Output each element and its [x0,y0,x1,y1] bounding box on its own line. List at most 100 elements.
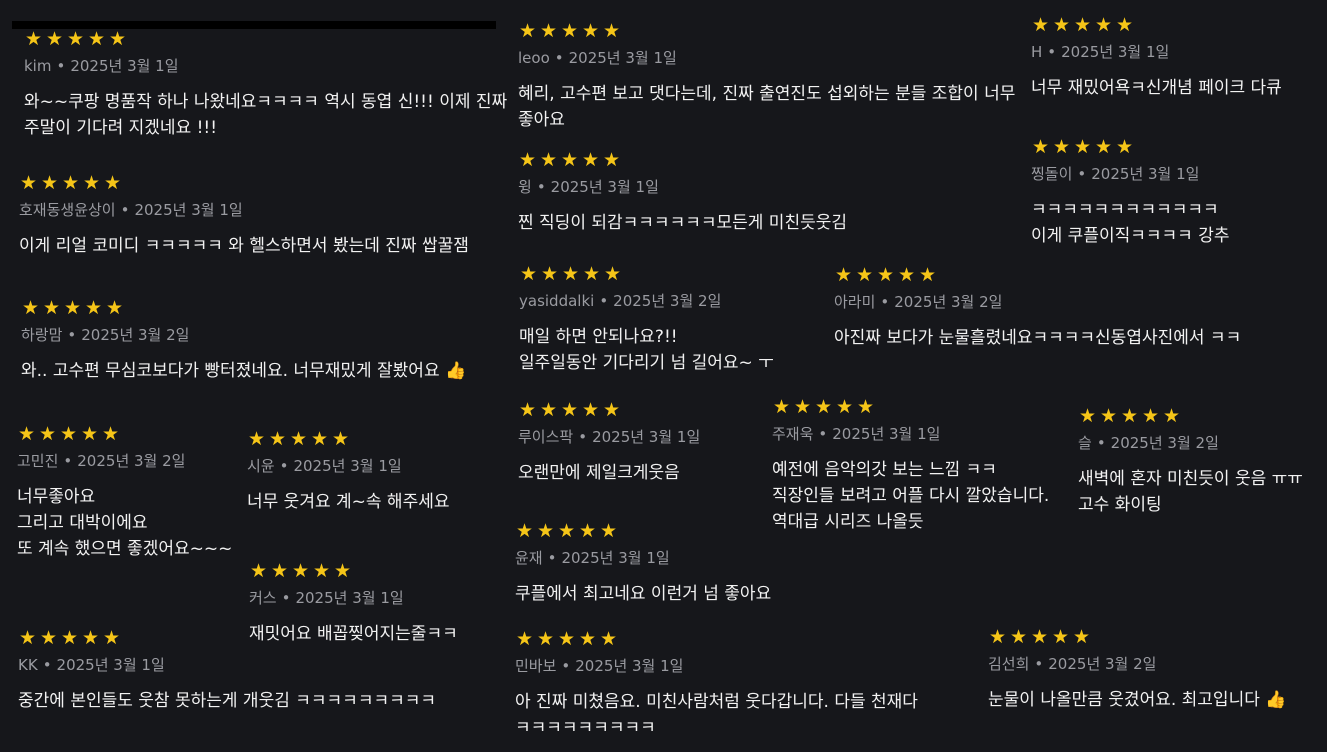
star-icon: ★ [1094,136,1113,158]
review-text: 아 진짜 미쳤음요. 미친사람처럼 웃다갑니다. 다들 천재다 ㅋㅋㅋㅋㅋㅋㅋㅋ… [515,692,918,738]
review-card: ★ ★ ★ ★ ★ 고민진 • 2025년 3월 2일 너무좋아요 그리고 대박이에요 또 … [17,425,232,562]
review-date: 2025년 3월 2일 [81,326,190,344]
star-rating: ★ ★ ★ ★ ★ [515,522,771,541]
star-icon: ★ [1094,14,1113,36]
star-rating: ★ ★ ★ ★ ★ [24,30,507,49]
separator-dot: • [1034,655,1044,673]
review-author: H [1031,43,1043,61]
star-icon: ★ [19,172,38,194]
review-author: 루이스팍 [518,428,574,446]
star-icon: ★ [1031,14,1050,36]
separator-dot: • [1047,43,1057,61]
star-icon: ★ [772,396,791,418]
star-icon: ★ [539,399,558,421]
star-icon: ★ [80,423,99,445]
review-author: yasiddalki [519,292,595,310]
review-card: ★ ★ ★ ★ ★ 호재동생윤상이 • 2025년 3월 1일 이게 리얼 코미디 ㅋㅋㅋㅋ… [19,174,469,259]
star-icon: ★ [1073,14,1092,36]
review-author: 주재욱 [772,425,814,443]
star-icon: ★ [835,396,854,418]
review-card: ★ ★ ★ ★ ★ kim • 2025년 3월 1일 와~~쿠팡 명품작 하나 나왔네요ㅋ… [24,30,507,141]
review-text: 중간에 본인들도 웃참 못하는게 개웃김 ㅋㅋㅋㅋㅋㅋㅋㅋㅋ [18,691,437,711]
separator-dot: • [120,201,130,219]
review-author: 윤재 [515,549,543,567]
review-author: 김선희 [988,655,1030,673]
star-icon: ★ [60,627,79,649]
review-author: 아라미 [834,293,876,311]
star-icon: ★ [602,20,621,42]
separator-dot: • [880,293,890,311]
review-date: 2025년 3월 1일 [1091,165,1200,183]
star-icon: ★ [876,264,895,286]
review-author: 고민진 [17,452,59,470]
star-icon: ★ [599,520,618,542]
star-rating: ★ ★ ★ ★ ★ [518,151,847,170]
star-icon: ★ [603,263,622,285]
review-author: 호재동생윤상이 [19,201,116,219]
star-icon: ★ [519,263,538,285]
star-icon: ★ [249,560,268,582]
review-text: 쿠플에서 최고네요 이런거 넘 좋아요 [515,584,772,604]
review-author: leoo [518,49,550,67]
separator-dot: • [1096,434,1106,452]
star-icon: ★ [897,264,916,286]
review-card: ★ ★ ★ ★ ★ 루이스팍 • 2025년 3월 1일 오랜만에 제일크게웃음 [518,401,700,486]
star-icon: ★ [105,297,124,319]
star-icon: ★ [560,149,579,171]
review-text: 이게 리얼 코미디 ㅋㅋㅋㅋㅋ 와 헬스하면서 봤는데 진짜 쌉꿀잼 [19,236,469,256]
star-icon: ★ [855,264,874,286]
review-card: ★ ★ ★ ★ ★ 하랑맘 • 2025년 3월 2일 와.. 고수편 무심코보다가 빵터졌… [21,299,466,384]
review-author: 슬 [1078,434,1092,452]
star-icon: ★ [539,20,558,42]
review-card: ★ ★ ★ ★ ★ 시윤 • 2025년 3월 1일 너무 웃겨요 계~속 해주세요 [247,430,450,515]
star-icon: ★ [247,428,266,450]
review-date: 2025년 3월 1일 [592,428,701,446]
star-icon: ★ [560,20,579,42]
star-icon: ★ [17,423,36,445]
separator-dot: • [536,178,546,196]
star-icon: ★ [814,396,833,418]
review-text: 혜리, 고수편 보고 댓다는데, 진짜 출연진도 섭외하는 분들 조합이 너무 … [518,84,1016,130]
star-icon: ★ [270,560,289,582]
review-text: 아진짜 보다가 눈물흘렸네요ㅋㅋㅋㅋ신동엽사진에서 ㅋㅋ [834,328,1242,348]
star-icon: ★ [40,172,59,194]
review-card: ★ ★ ★ ★ ★ yasiddalki • 2025년 3월 2일 매일 하면 안되나요?… [519,265,774,376]
star-icon: ★ [103,172,122,194]
review-date: 2025년 3월 1일 [832,425,941,443]
star-icon: ★ [101,423,120,445]
review-card: ★ ★ ★ ★ ★ 찡돌이 • 2025년 3월 1일 ㅋㅋㅋㅋㅋㅋㅋㅋㅋㅋㅋㅋ 이게 쿠플… [1031,138,1230,249]
separator-dot: • [554,49,564,67]
star-rating: ★ ★ ★ ★ ★ [247,430,450,449]
review-text: 너무 재밌어욕ㅋ신개념 페이크 다큐 [1031,78,1282,98]
star-icon: ★ [918,264,937,286]
separator-dot: • [561,657,571,675]
star-icon: ★ [557,628,576,650]
review-card: ★ ★ ★ ★ ★ KK • 2025년 3월 1일 중간에 본인들도 웃참 못하는게 개웃… [18,629,436,714]
separator-dot: • [67,326,77,344]
star-icon: ★ [24,28,43,50]
star-icon: ★ [42,297,61,319]
star-icon: ★ [599,628,618,650]
star-icon: ★ [66,28,85,50]
review-card: ★ ★ ★ ★ ★ 김선희 • 2025년 3월 2일 눈물이 나올만큼 웃겼어요. 최고입… [988,628,1286,713]
star-icon: ★ [39,627,58,649]
separator-dot: • [63,452,73,470]
star-rating: ★ ★ ★ ★ ★ [1078,407,1303,426]
star-icon: ★ [582,263,601,285]
star-icon: ★ [82,172,101,194]
star-icon: ★ [310,428,329,450]
star-rating: ★ ★ ★ ★ ★ [515,630,918,649]
review-text: 너무 웃겨요 계~속 해주세요 [247,492,450,512]
star-icon: ★ [333,560,352,582]
review-card: ★ ★ ★ ★ ★ 아라미 • 2025년 3월 2일 아진짜 보다가 눈물흘렸네요ㅋㅋㅋㅋ… [834,266,1241,351]
review-author: 민바보 [515,657,557,675]
review-date: 2025년 3월 2일 [77,452,186,470]
star-rating: ★ ★ ★ ★ ★ [519,265,774,284]
review-text: ㅋㅋㅋㅋㅋㅋㅋㅋㅋㅋㅋㅋ 이게 쿠플이직ㅋㅋㅋㅋ 강추 [1031,200,1230,246]
review-card: ★ ★ ★ ★ ★ 윤재 • 2025년 3월 1일 쿠플에서 최고네요 이런거 넘 좋아요 [515,522,771,607]
star-icon: ★ [18,627,37,649]
star-rating: ★ ★ ★ ★ ★ [17,425,232,444]
review-date: 2025년 3월 2일 [894,293,1003,311]
star-icon: ★ [602,399,621,421]
review-author: 시윤 [247,457,275,475]
